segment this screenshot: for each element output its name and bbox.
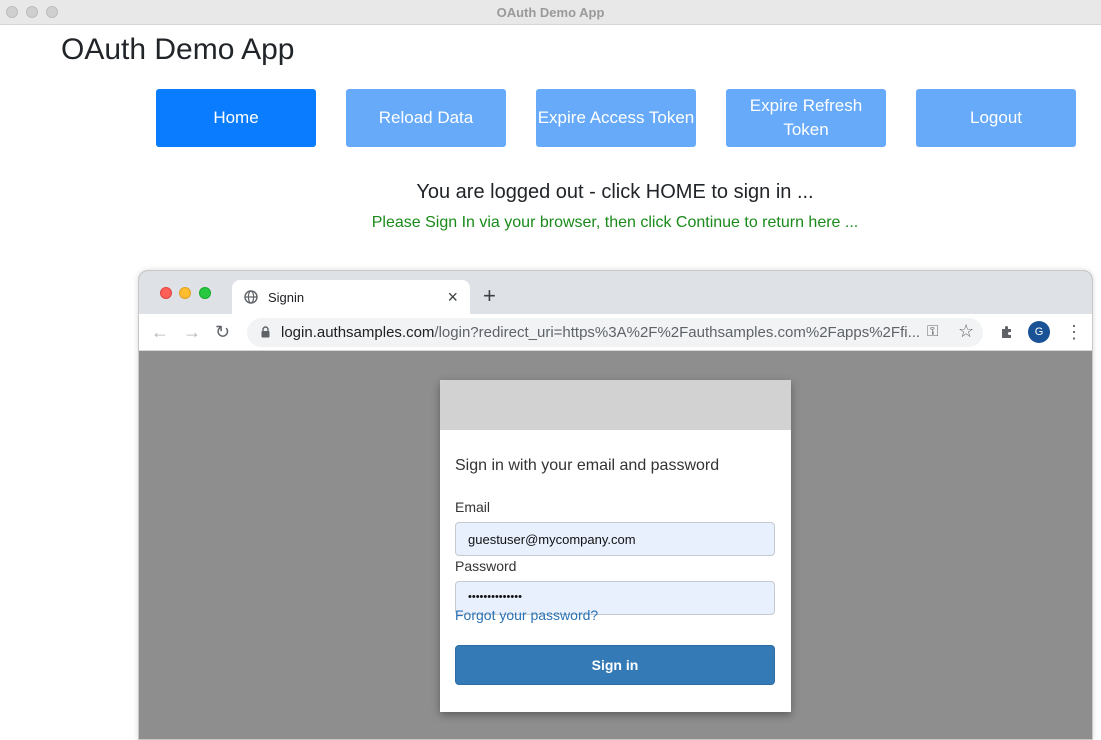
password-label: Password [455, 558, 517, 574]
login-dialog-header [440, 380, 791, 430]
browser-window: Signin × + ← → ↻ login.authsamples.com/l… [138, 270, 1093, 740]
email-field[interactable]: guestuser@mycompany.com [455, 522, 775, 556]
address-bar[interactable]: login.authsamples.com/login?redirect_uri… [247, 318, 983, 347]
extensions-icon[interactable] [999, 324, 1015, 340]
email-label: Email [455, 499, 491, 515]
bookmark-star-icon[interactable]: ☆ [958, 321, 974, 341]
browser-tabstrip: Signin × + [139, 271, 1092, 315]
signin-instruction: Please Sign In via your browser, then cl… [371, 214, 859, 231]
new-tab-icon[interactable]: + [483, 283, 496, 309]
login-dialog: Sign in with your email and password Ema… [440, 380, 791, 712]
url-text: login.authsamples.com/login?redirect_uri… [281, 324, 921, 341]
logout-button[interactable]: Logout [916, 89, 1076, 147]
tab-title: Signin [268, 290, 305, 305]
tab-signin[interactable]: Signin × [232, 280, 470, 315]
window-titlebar: OAuth Demo App [0, 0, 1101, 25]
forgot-password-link[interactable]: Forgot your password? [455, 607, 598, 623]
key-icon[interactable]: ⚿ [927, 322, 938, 342]
logged-out-message: You are logged out - click HOME to sign … [416, 181, 814, 203]
back-icon[interactable]: ← [151, 322, 169, 342]
profile-avatar[interactable]: G [1028, 321, 1050, 343]
more-menu-icon[interactable]: ⋮ [1065, 322, 1083, 342]
expire-refresh-token-button[interactable]: Expire Refresh Token [726, 89, 886, 147]
signin-button[interactable]: Sign in [455, 645, 775, 685]
reload-icon[interactable]: ↻ [215, 322, 230, 342]
app-heading: OAuth Demo App [61, 33, 295, 66]
browser-zoom-button[interactable] [199, 287, 211, 299]
close-tab-icon[interactable]: × [447, 287, 458, 308]
home-button[interactable]: Home [156, 89, 316, 147]
url-path: /login?redirect_uri=https%3A%2F%2Fauthsa… [434, 324, 921, 341]
browser-toolbar: ← → ↻ login.authsamples.com/login?redire… [139, 314, 1092, 351]
forward-icon[interactable]: → [183, 322, 201, 342]
url-host: login.authsamples.com [281, 324, 435, 341]
browser-close-button[interactable] [160, 287, 172, 299]
expire-access-token-button[interactable]: Expire Access Token [536, 89, 696, 147]
reload-data-button[interactable]: Reload Data [346, 89, 506, 147]
globe-icon [244, 290, 258, 304]
lock-icon[interactable] [261, 326, 270, 338]
login-title: Sign in with your email and password [455, 457, 720, 474]
window-title: OAuth Demo App [496, 5, 605, 20]
browser-minimize-button[interactable] [179, 287, 191, 299]
